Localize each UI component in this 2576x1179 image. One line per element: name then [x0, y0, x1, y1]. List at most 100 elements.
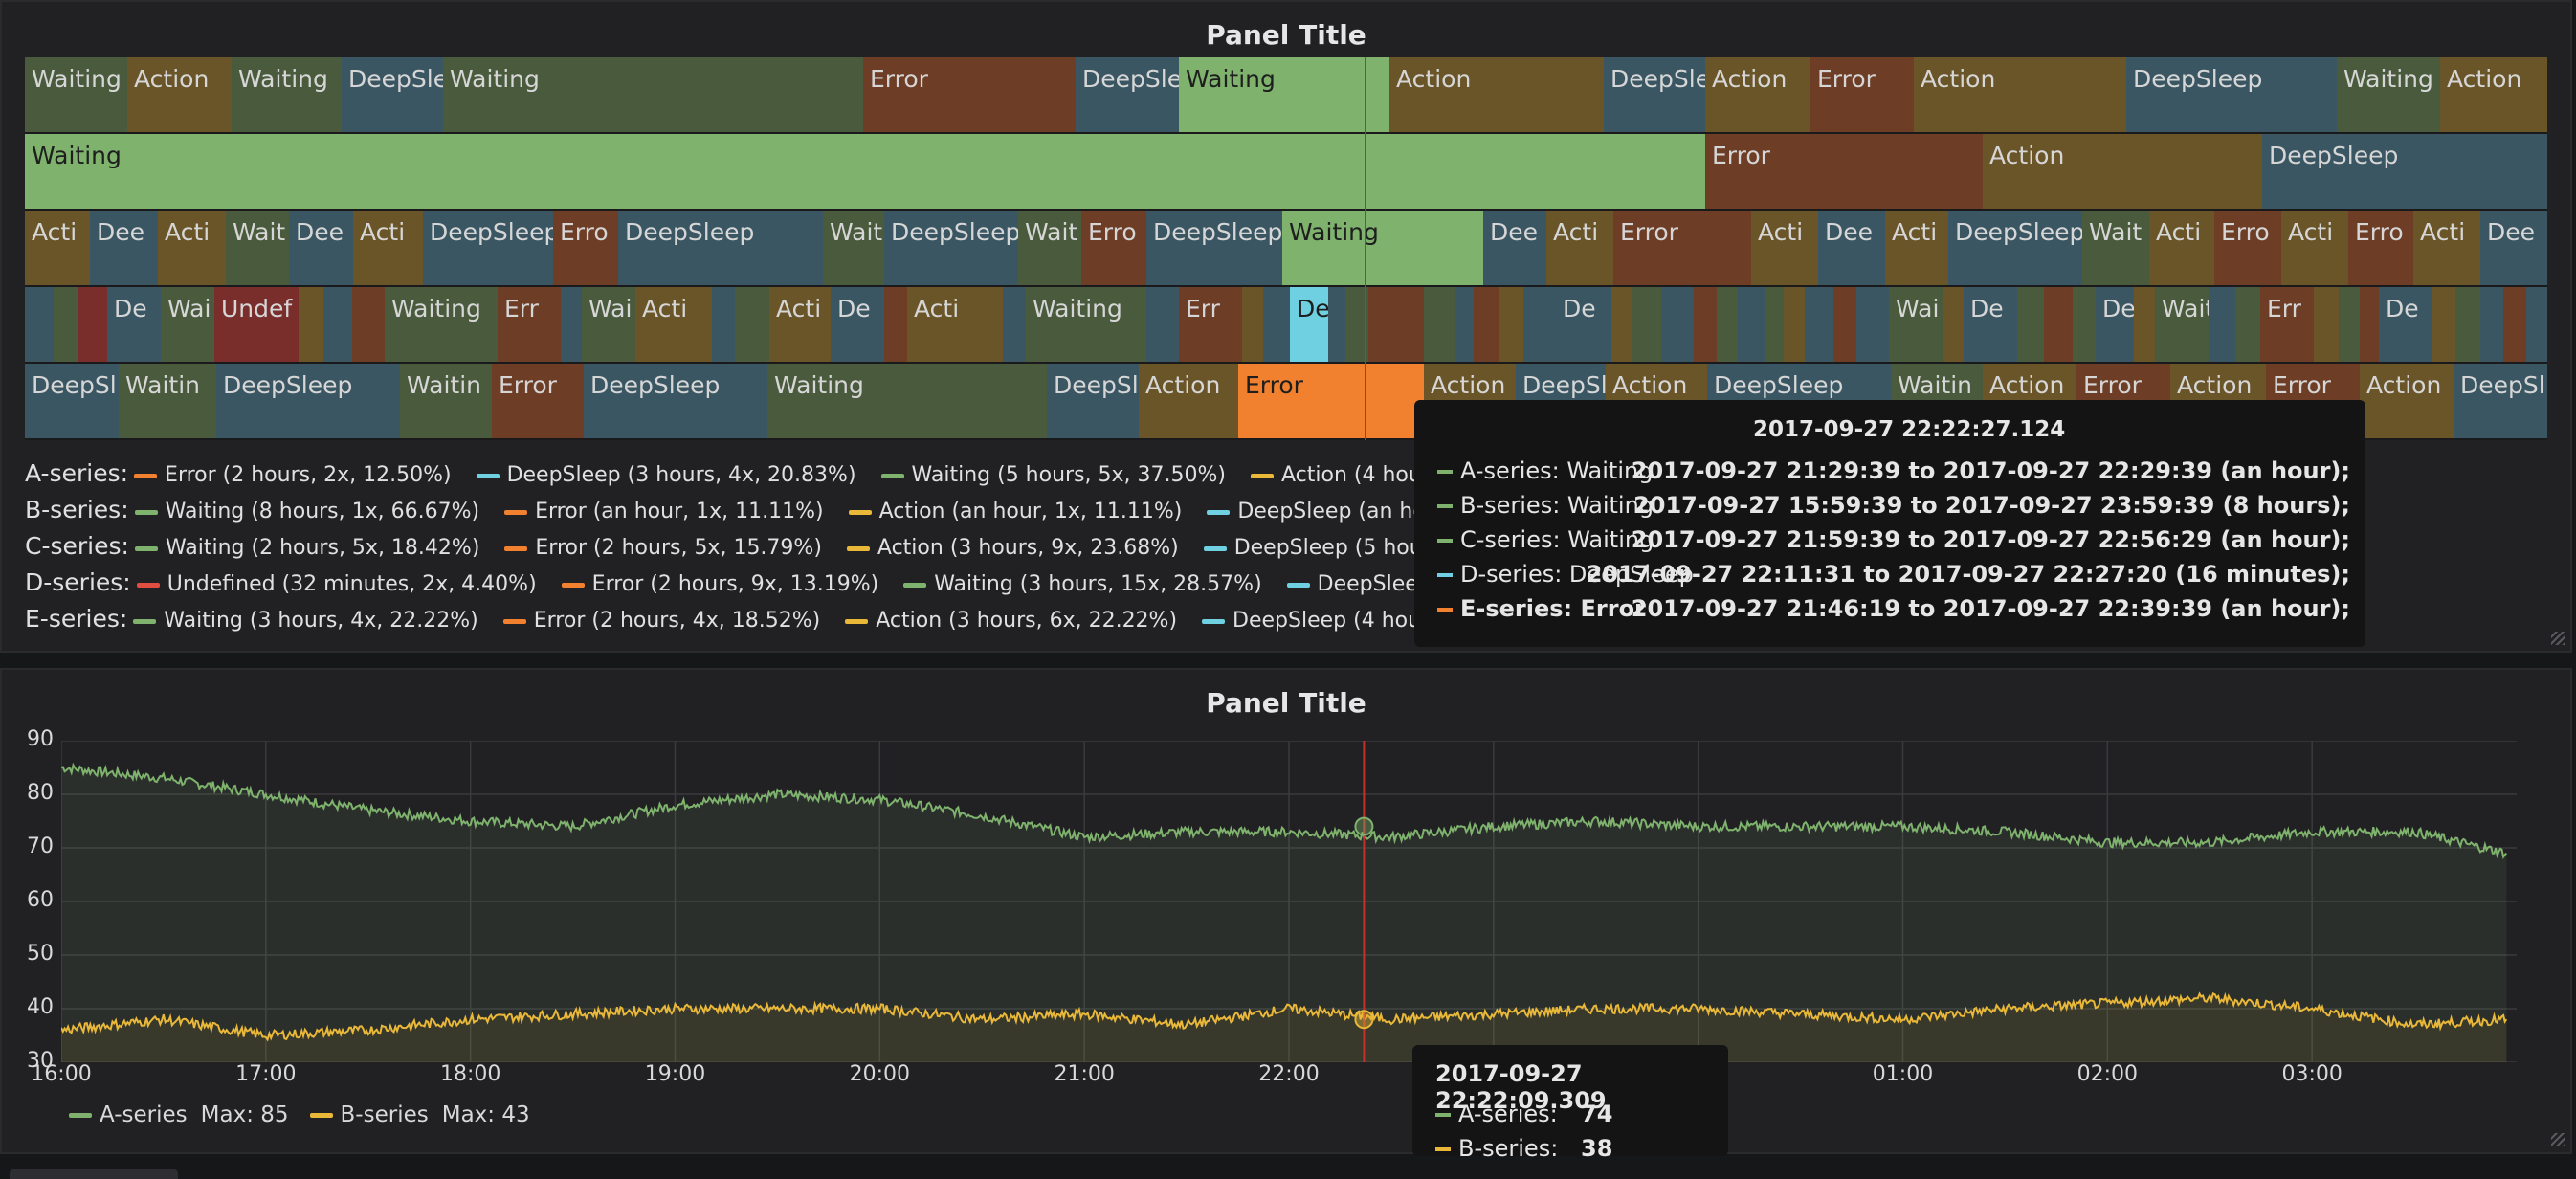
timeline-segment[interactable]: DeepSleep: [2262, 134, 2547, 209]
timeline-segment[interactable]: [54, 287, 78, 362]
legend-item[interactable]: Waiting (5 hours, 5x, 37.50%): [880, 463, 1226, 487]
timeline-segment[interactable]: [2360, 287, 2379, 362]
timeline-row-a-series[interactable]: Waiting Action Waiting DeepSle Waiting Error D…: [25, 57, 2547, 134]
timeline-segment[interactable]: Dee: [2480, 211, 2547, 285]
timeline-segment[interactable]: [1003, 287, 1026, 362]
timeline-segment[interactable]: Wait: [2082, 211, 2149, 285]
timeline-segment[interactable]: DeepSl: [25, 364, 119, 438]
timeline-segment[interactable]: DeepSle: [1076, 57, 1179, 132]
timeline-segment[interactable]: Err: [1179, 287, 1242, 362]
resize-handle[interactable]: [2551, 1133, 2565, 1146]
timeline-segment[interactable]: Erro: [2214, 211, 2281, 285]
timeline-segment[interactable]: Error: [1810, 57, 1914, 132]
timeline-segment[interactable]: DeepSleep: [618, 211, 823, 285]
timeline-segment[interactable]: Acti: [353, 211, 423, 285]
timeline-segment[interactable]: De: [2379, 287, 2432, 362]
timeline-segment[interactable]: [1765, 287, 1784, 362]
timeline-segment[interactable]: [1694, 287, 1717, 362]
timeline-segment[interactable]: Err: [498, 287, 561, 362]
timeline-segment[interactable]: [1499, 287, 1523, 362]
timeline-segment[interactable]: Action: [2440, 57, 2547, 132]
timeline-segment[interactable]: [2314, 287, 2339, 362]
timeline-segment[interactable]: Waiti: [2155, 287, 2209, 362]
timeline-segment[interactable]: [2044, 287, 2073, 362]
timeline-segment[interactable]: DeepSl: [1047, 364, 1139, 438]
timeline-segment[interactable]: Waiting: [1282, 211, 1483, 285]
timeline-segment[interactable]: DeepSleep: [2126, 57, 2337, 132]
timeline-segment[interactable]: De: [1964, 287, 2017, 362]
timeline-segment[interactable]: Wait: [1018, 211, 1081, 285]
timeline-segment[interactable]: Waiting: [232, 57, 342, 132]
timeline-segment[interactable]: DeepSleep: [1146, 211, 1282, 285]
timeline-segment[interactable]: Error: [863, 57, 1076, 132]
timeline-segment[interactable]: Wai: [582, 287, 635, 362]
timeline-segment[interactable]: Erro: [2348, 211, 2413, 285]
timeline-segment[interactable]: De: [2096, 287, 2134, 362]
timeline-segment[interactable]: Acti: [1751, 211, 1818, 285]
timeline-segment[interactable]: De: [831, 287, 884, 362]
legend-item[interactable]: Error (2 hours, 4x, 18.52%): [502, 609, 820, 633]
timeline-segment[interactable]: [1474, 287, 1499, 362]
timeline-segment[interactable]: [2339, 287, 2360, 362]
timeline-segment[interactable]: Acti: [907, 287, 1003, 362]
timeline-segment[interactable]: Waiting: [767, 364, 1047, 438]
timeline-segment[interactable]: [2432, 287, 2455, 362]
timeline-segment[interactable]: DeepSle: [1604, 57, 1705, 132]
timeline-segment[interactable]: Acti: [1885, 211, 1948, 285]
timeline-segment[interactable]: DeepSle: [342, 57, 443, 132]
timeline-segment[interactable]: Acti: [769, 287, 831, 362]
timeline-segment[interactable]: [884, 287, 907, 362]
timeline-segment[interactable]: [25, 287, 54, 362]
timeline-segment[interactable]: Waiting: [443, 57, 863, 132]
timeline-segment[interactable]: Dee: [90, 211, 158, 285]
timeline-segment[interactable]: [1738, 287, 1765, 362]
timeline-segment[interactable]: [1943, 287, 1964, 362]
legend-item[interactable]: Undefined (32 minutes, 2x, 4.40%): [136, 572, 537, 596]
timeline-segment[interactable]: [2455, 287, 2480, 362]
timeline-segment[interactable]: Acti: [1546, 211, 1613, 285]
timeline-segment[interactable]: Waiting: [2337, 57, 2440, 132]
legend-item[interactable]: Action (3 hours, 6x, 22.22%): [845, 609, 1177, 633]
timeline-segment[interactable]: Wait: [823, 211, 884, 285]
timeline-segment[interactable]: [1856, 287, 1889, 362]
timeline-segment[interactable]: [299, 287, 323, 362]
timeline-segment[interactable]: Waiting: [1179, 57, 1389, 132]
timeline-segment[interactable]: Action: [1983, 134, 2262, 209]
legend-item[interactable]: DeepSleep (3 hours, 4x, 20.83%): [476, 463, 856, 487]
timeline-segment[interactable]: Acti: [2149, 211, 2214, 285]
timeline-segment[interactable]: De: [1556, 287, 1611, 362]
timeline-segment[interactable]: [1455, 287, 1474, 362]
legend-item[interactable]: Action (3 hours, 9x, 23.68%): [846, 536, 1179, 560]
panel-title[interactable]: Panel Title: [2, 687, 2570, 719]
timeline-segment[interactable]: Error: [1613, 211, 1751, 285]
timeline-segment[interactable]: Error: [492, 364, 584, 438]
timeline-segment[interactable]: Wai: [1889, 287, 1943, 362]
timeline-segment[interactable]: [1632, 287, 1661, 362]
timeline-segment[interactable]: Action: [1139, 364, 1238, 438]
legend-item[interactable]: Waiting (2 hours, 5x, 18.42%): [134, 536, 479, 560]
timeline-segment[interactable]: [1523, 287, 1556, 362]
timeline-segment[interactable]: Waitin: [400, 364, 492, 438]
timeline-segment[interactable]: [2209, 287, 2235, 362]
timeline-segment[interactable]: Error: [1705, 134, 1983, 209]
timeline-segment[interactable]: Wait: [226, 211, 289, 285]
line-chart[interactable]: [61, 741, 2517, 1062]
timeline-segment[interactable]: Erro: [553, 211, 618, 285]
timeline-segment[interactable]: [1397, 287, 1424, 362]
timeline-segment[interactable]: Acti: [2413, 211, 2480, 285]
timeline-segment[interactable]: DeepSleep: [584, 364, 767, 438]
timeline-segment[interactable]: [2134, 287, 2155, 362]
legend-item[interactable]: B-series Max: 43: [309, 1102, 530, 1127]
legend-item[interactable]: Action (an hour, 1x, 11.11%): [848, 500, 1182, 523]
timeline-segment[interactable]: Waiting: [25, 134, 1705, 209]
timeline-segment[interactable]: Acti: [158, 211, 226, 285]
legend-item[interactable]: Waiting (3 hours, 15x, 28.57%): [903, 572, 1262, 596]
legend-item[interactable]: Error (2 hours, 9x, 13.19%): [561, 572, 878, 596]
timeline-segment[interactable]: [1611, 287, 1632, 362]
timeline-segment[interactable]: [2235, 287, 2260, 362]
timeline-segment[interactable]: [1263, 287, 1290, 362]
timeline-segment[interactable]: Erro: [1081, 211, 1146, 285]
timeline-segment[interactable]: Action: [1389, 57, 1604, 132]
timeline-segment[interactable]: Dee: [289, 211, 353, 285]
timeline-segment[interactable]: DeepSleep: [884, 211, 1018, 285]
